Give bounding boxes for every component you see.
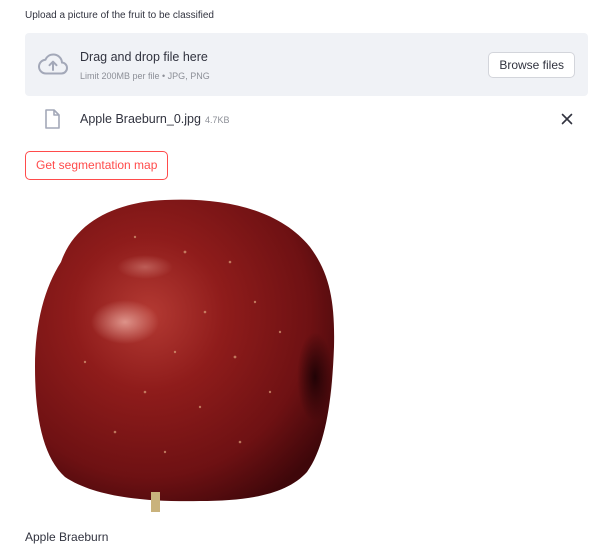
file-name-text: Apple Braeburn_0.jpg bbox=[80, 112, 201, 126]
uploaded-file-name: Apple Braeburn_0.jpg 4.7KB bbox=[80, 112, 229, 126]
get-segmentation-map-button[interactable]: Get segmentation map bbox=[25, 151, 169, 180]
app-page: Upload a picture of the fruit to be clas… bbox=[0, 0, 598, 559]
cloud-upload-icon bbox=[37, 53, 69, 75]
dropzone-limit-text: Limit 200MB per file • JPG, PNG bbox=[80, 71, 210, 81]
file-size-text: 4.7KB bbox=[204, 115, 230, 125]
apple-image bbox=[25, 192, 337, 512]
uploaded-file-row: Apple Braeburn_0.jpg 4.7KB bbox=[25, 105, 588, 135]
browse-files-button[interactable]: Browse files bbox=[488, 52, 575, 78]
dropzone-title: Drag and drop file here bbox=[80, 50, 208, 64]
close-icon[interactable] bbox=[559, 111, 575, 127]
prediction-caption: Apple Braeburn bbox=[25, 530, 109, 544]
file-icon bbox=[45, 109, 60, 129]
uploader-label: Upload a picture of the fruit to be clas… bbox=[25, 10, 214, 21]
file-dropzone[interactable]: Drag and drop file here Limit 200MB per … bbox=[25, 33, 588, 96]
